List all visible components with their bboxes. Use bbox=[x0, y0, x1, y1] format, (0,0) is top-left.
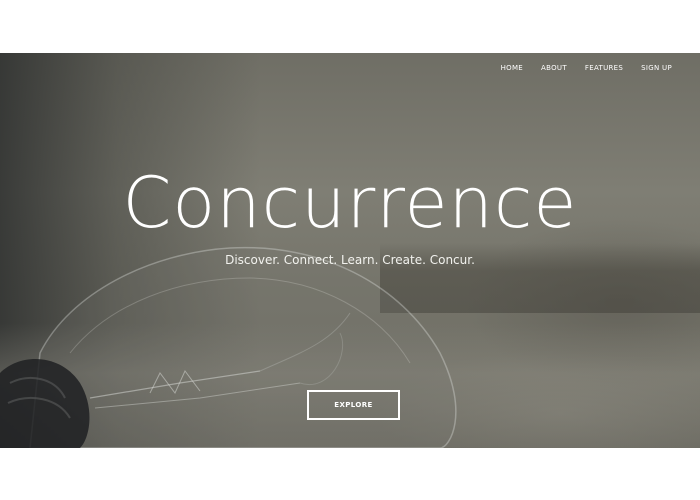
hero-title: Concurrence bbox=[122, 162, 578, 244]
nav-link-home[interactable]: HOME bbox=[501, 64, 523, 72]
hero-tagline: Discover. Connect. Learn. Create. Concur… bbox=[225, 253, 475, 267]
nav-link-sign-up[interactable]: SIGN UP bbox=[641, 64, 672, 72]
nav-link-features[interactable]: FEATURES bbox=[585, 64, 623, 72]
light-bulb-image bbox=[0, 246, 457, 448]
top-navigation: HOME ABOUT FEATURES SIGN UP bbox=[501, 64, 672, 72]
explore-button[interactable]: EXPLORE bbox=[307, 390, 400, 420]
nav-link-about[interactable]: ABOUT bbox=[541, 64, 567, 72]
hero-section bbox=[0, 53, 700, 448]
page: HOME ABOUT FEATURES SIGN UP Concurrence … bbox=[0, 0, 700, 500]
